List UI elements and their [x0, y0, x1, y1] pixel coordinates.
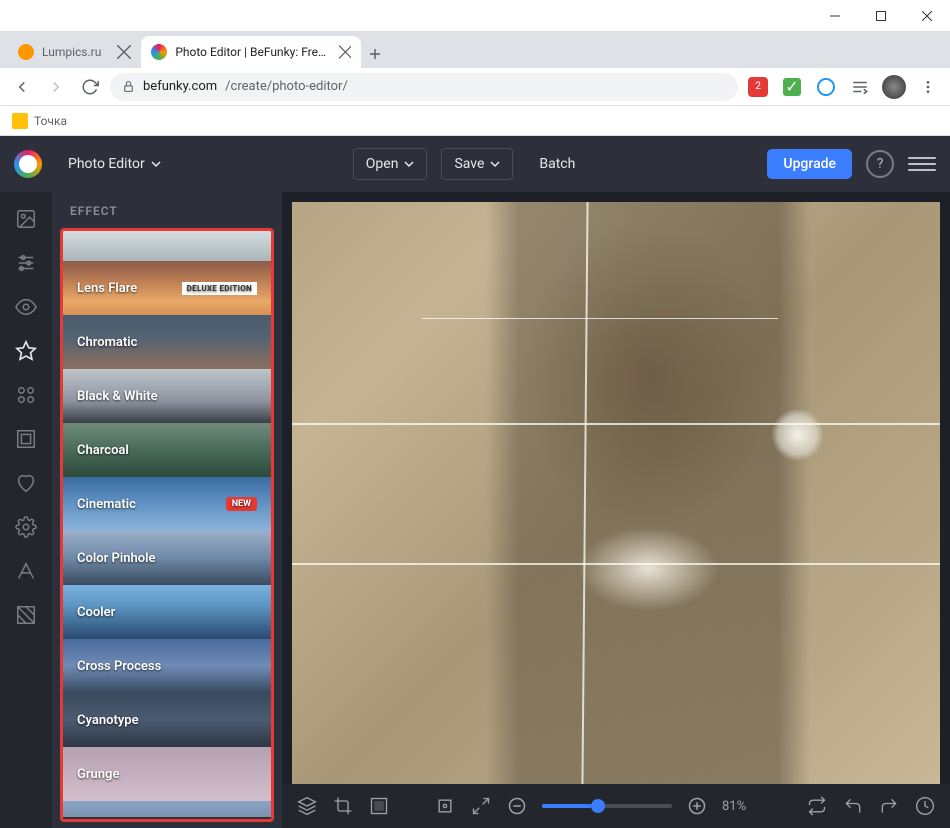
window-titlebar	[0, 0, 950, 32]
profile-avatar[interactable]	[880, 73, 908, 101]
zoom-slider[interactable]	[542, 804, 672, 808]
zoom-in-button[interactable]	[686, 795, 708, 817]
open-button[interactable]: Open	[353, 148, 428, 180]
photo-preview	[292, 202, 940, 784]
effect-charcoal[interactable]: Charcoal	[63, 423, 271, 477]
badge-icon: 2	[748, 77, 768, 97]
url-host: befunky.com	[143, 79, 217, 94]
rail-artsy-icon[interactable]	[13, 382, 39, 408]
browser-tabs: Lumpics.ru Photo Editor | BeFunky: Free …	[0, 32, 950, 68]
extension-adblock[interactable]: 2	[744, 73, 772, 101]
lock-icon	[122, 80, 135, 93]
new-badge: NEW	[226, 497, 257, 511]
upgrade-button[interactable]: Upgrade	[767, 149, 852, 179]
rail-textures-icon[interactable]	[13, 602, 39, 628]
compare-icon[interactable]	[806, 795, 828, 817]
crop-icon[interactable]	[332, 795, 354, 817]
help-button[interactable]: ?	[866, 150, 894, 178]
befunky-app: Photo Editor Open Save Batch Upgrade ?	[0, 136, 950, 828]
window-maximize[interactable]	[858, 0, 904, 32]
effect-grunge[interactable]: Grunge	[63, 747, 271, 801]
chevron-down-icon	[151, 159, 161, 169]
batch-button[interactable]: Batch	[527, 148, 587, 180]
favicon-icon	[18, 44, 34, 60]
new-tab-button[interactable]	[361, 40, 389, 68]
tab-lumpics[interactable]: Lumpics.ru	[8, 36, 141, 68]
back-button[interactable]	[8, 73, 36, 101]
reload-button[interactable]	[76, 73, 104, 101]
rail-frames-icon[interactable]	[13, 426, 39, 452]
undo-button[interactable]	[842, 795, 864, 817]
befunky-logo[interactable]	[14, 150, 42, 178]
rail-image-icon[interactable]	[13, 206, 39, 232]
window-close[interactable]	[904, 0, 950, 32]
globe-icon	[817, 78, 835, 96]
effect-cyanotype[interactable]: Cyanotype	[63, 693, 271, 747]
effects-list[interactable]: Lens Flare DELUXE EDITION Chromatic Blac…	[60, 228, 274, 822]
chevron-down-icon	[490, 159, 500, 169]
effect-item[interactable]	[63, 231, 271, 261]
browser-menu[interactable]	[914, 73, 942, 101]
grid-icon[interactable]	[368, 795, 390, 817]
menu-button[interactable]	[908, 150, 936, 178]
chevron-down-icon	[404, 159, 414, 169]
deluxe-badge: DELUXE EDITION	[182, 282, 257, 295]
rail-text-icon[interactable]	[13, 558, 39, 584]
favicon-icon	[151, 44, 167, 60]
fit-screen-icon[interactable]	[434, 795, 456, 817]
rail-effects-icon[interactable]	[13, 338, 39, 364]
tab-befunky[interactable]: Photo Editor | BeFunky: Free Onl	[141, 36, 361, 68]
reading-list[interactable]	[846, 73, 874, 101]
check-icon: ✓	[783, 78, 801, 96]
bookmarks-bar: Точка	[0, 106, 950, 136]
zoom-out-button[interactable]	[506, 795, 528, 817]
fullscreen-icon[interactable]	[470, 795, 492, 817]
rail-graphics-icon[interactable]	[13, 470, 39, 496]
app-header: Photo Editor Open Save Batch Upgrade ?	[0, 136, 950, 192]
canvas[interactable]	[282, 192, 950, 784]
effect-black-white[interactable]: Black & White	[63, 369, 271, 423]
app-body: EFFECT Lens Flare DELUXE EDITION Chromat…	[0, 192, 950, 828]
left-rail	[0, 192, 52, 828]
redo-button[interactable]	[878, 795, 900, 817]
save-button[interactable]: Save	[441, 148, 513, 180]
bookmark-item[interactable]: Точка	[34, 114, 67, 128]
effect-chromatic[interactable]: Chromatic	[63, 315, 271, 369]
zoom-percent: 81%	[722, 799, 762, 814]
extension-globe[interactable]	[812, 73, 840, 101]
browser-toolbar: befunky.com/create/photo-editor/ 2 ✓	[0, 68, 950, 106]
rail-eye-icon[interactable]	[13, 294, 39, 320]
rail-overlays-icon[interactable]	[13, 514, 39, 540]
effect-cinematic[interactable]: Cinematic NEW	[63, 477, 271, 531]
rail-sliders-icon[interactable]	[13, 250, 39, 276]
url-path: /create/photo-editor/	[225, 79, 348, 94]
slider-handle[interactable]	[591, 799, 605, 813]
tab-title: Lumpics.ru	[42, 45, 101, 59]
address-bar[interactable]: befunky.com/create/photo-editor/	[110, 73, 738, 101]
close-icon[interactable]	[117, 45, 131, 59]
panel-title: EFFECT	[52, 192, 282, 228]
close-icon[interactable]	[339, 45, 352, 59]
bottom-toolbar: 81%	[282, 784, 950, 828]
avatar-icon	[882, 75, 906, 99]
photo-editor-dropdown[interactable]: Photo Editor	[56, 148, 173, 180]
effect-item[interactable]	[63, 801, 271, 817]
forward-button[interactable]	[42, 73, 70, 101]
effect-cross-process[interactable]: Cross Process	[63, 639, 271, 693]
effect-lens-flare[interactable]: Lens Flare DELUXE EDITION	[63, 261, 271, 315]
effect-cooler[interactable]: Cooler	[63, 585, 271, 639]
effect-color-pinhole[interactable]: Color Pinhole	[63, 531, 271, 585]
history-icon[interactable]	[914, 795, 936, 817]
extension-check[interactable]: ✓	[778, 73, 806, 101]
layers-icon[interactable]	[296, 795, 318, 817]
canvas-area: 81%	[282, 192, 950, 828]
bookmark-folder-icon	[12, 113, 28, 129]
effects-panel: EFFECT Lens Flare DELUXE EDITION Chromat…	[52, 192, 282, 828]
tab-title: Photo Editor | BeFunky: Free Onl	[175, 45, 330, 59]
window-minimize[interactable]	[812, 0, 858, 32]
